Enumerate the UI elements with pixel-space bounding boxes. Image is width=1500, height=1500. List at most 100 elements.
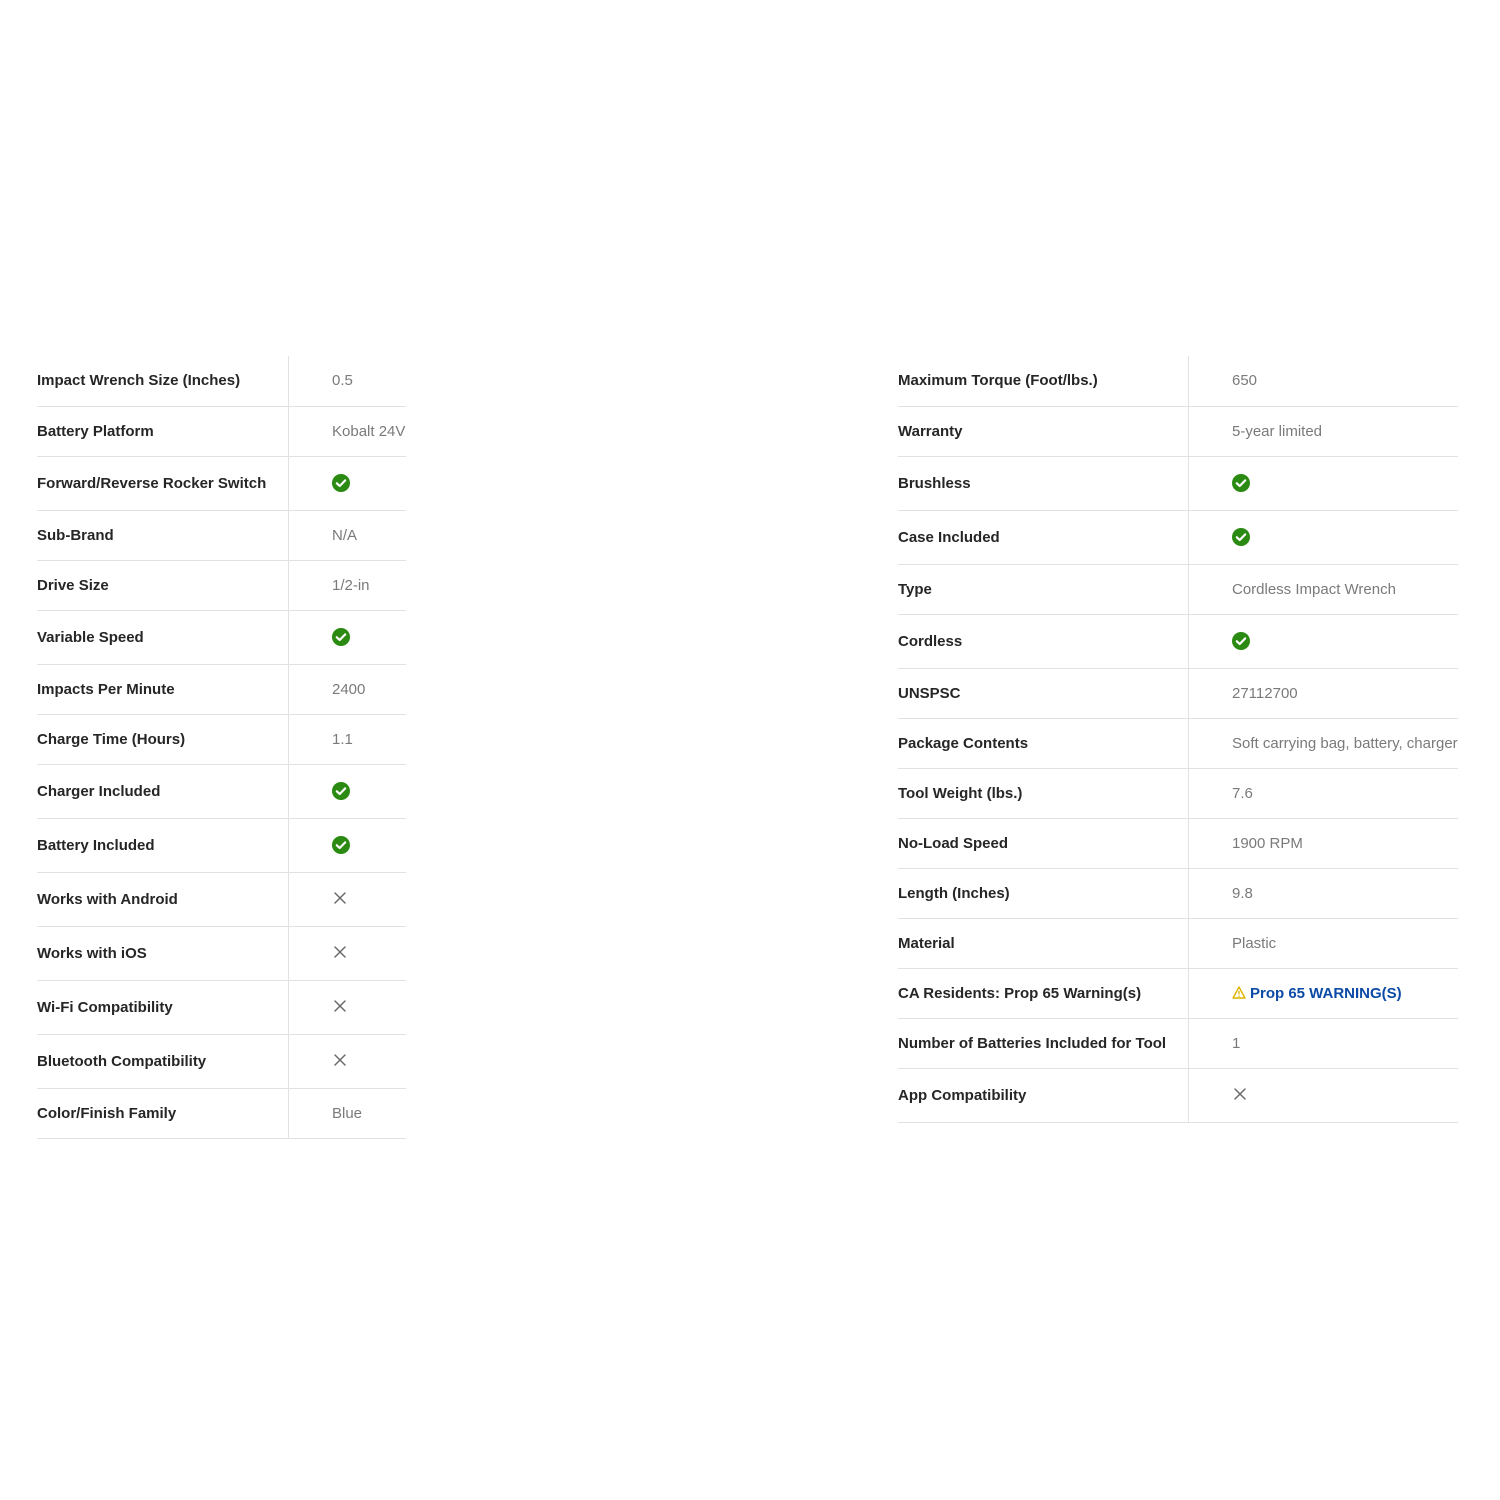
warning-icon xyxy=(1232,985,1246,999)
spec-label: Length (Inches) xyxy=(898,868,1189,918)
spec-row: Works with iOS xyxy=(37,926,406,980)
spec-value: Plastic xyxy=(1232,934,1277,952)
check-icon xyxy=(332,473,350,492)
spec-value: Cordless Impact Wrench xyxy=(1232,580,1396,598)
spec-value: 0.5 xyxy=(332,372,353,390)
spec-value: 1 xyxy=(1232,1034,1241,1052)
spec-value: Kobalt 24V xyxy=(332,422,406,440)
spec-row: UNSPSC 27112700 xyxy=(898,668,1458,718)
spec-label: Type xyxy=(898,564,1189,614)
spec-value: Blue xyxy=(332,1104,363,1122)
spec-row: Impact Wrench Size (Inches) 0.5 xyxy=(37,356,406,406)
spec-value xyxy=(1189,614,1459,668)
spec-row: Drive Size 1/2-in xyxy=(37,560,406,610)
spec-label: Charger Included xyxy=(37,764,289,818)
check-icon xyxy=(332,627,350,646)
spec-row: Maximum Torque (Foot/lbs.) 650 xyxy=(898,356,1458,406)
spec-label: Sub-Brand xyxy=(37,510,289,560)
spec-label: Works with Android xyxy=(37,872,289,926)
spec-label: No-Load Speed xyxy=(898,818,1189,868)
spec-label: Maximum Torque (Foot/lbs.) xyxy=(898,356,1189,406)
spec-row: Battery Platform Kobalt 24V xyxy=(37,406,406,456)
spec-label: Works with iOS xyxy=(37,926,289,980)
spec-row: Variable Speed xyxy=(37,610,406,664)
x-icon xyxy=(332,944,348,960)
spec-label: Warranty xyxy=(898,406,1189,456)
spec-row: Charger Included xyxy=(37,764,406,818)
spec-label: UNSPSC xyxy=(898,668,1189,718)
spec-label: Impacts Per Minute xyxy=(37,664,289,714)
spec-label: Case Included xyxy=(898,510,1189,564)
spec-row: Cordless xyxy=(898,614,1458,668)
spec-table-right: Maximum Torque (Foot/lbs.) 650 Warranty 5-y… xyxy=(898,356,1458,1123)
spec-value xyxy=(1189,456,1459,510)
spec-value xyxy=(1189,510,1459,564)
spec-label: Package Contents xyxy=(898,718,1189,768)
spec-value: 1.1 xyxy=(332,730,353,748)
x-icon xyxy=(332,890,348,906)
spec-value: 1/2-in xyxy=(332,576,370,594)
spec-row: Type Cordless Impact Wrench xyxy=(898,564,1458,614)
spec-row: CA Residents: Prop 65 Warning(s) Prop 65 … xyxy=(898,968,1458,1018)
spec-value xyxy=(289,456,407,510)
spec-value xyxy=(289,980,407,1034)
spec-row: Length (Inches) 9.8 xyxy=(898,868,1458,918)
spec-row: Package Contents Soft carrying bag, batte… xyxy=(898,718,1458,768)
spec-value xyxy=(1189,1068,1459,1122)
x-icon xyxy=(332,998,348,1014)
spec-label: Wi-Fi Compatibility xyxy=(37,980,289,1034)
spec-value: 2400 xyxy=(332,680,366,698)
spec-label: Bluetooth Compatibility xyxy=(37,1034,289,1088)
spec-table-left: Impact Wrench Size (Inches) 0.5 Battery Pl… xyxy=(37,356,406,1139)
prop65-warning-link[interactable]: Prop 65 WARNING(S) xyxy=(1250,985,1402,1002)
spec-label: CA Residents: Prop 65 Warning(s) xyxy=(898,968,1189,1018)
spec-label: Drive Size xyxy=(37,560,289,610)
spec-value xyxy=(289,926,407,980)
spec-value: 5-year limited xyxy=(1232,422,1323,440)
spec-value: 7.6 xyxy=(1232,784,1253,802)
spec-label: App Compatibility xyxy=(898,1068,1189,1122)
spec-label: Brushless xyxy=(898,456,1189,510)
spec-row: Color/Finish Family Blue xyxy=(37,1088,406,1138)
spec-value xyxy=(289,1034,407,1088)
spec-label: Cordless xyxy=(898,614,1189,668)
spec-row: No-Load Speed 1900 RPM xyxy=(898,818,1458,868)
spec-label: Charge Time (Hours) xyxy=(37,714,289,764)
spec-row: Bluetooth Compatibility xyxy=(37,1034,406,1088)
spec-row: Brushless xyxy=(898,456,1458,510)
spec-value: N/A xyxy=(332,526,358,544)
spec-value xyxy=(289,872,407,926)
check-icon xyxy=(1232,473,1250,492)
check-icon xyxy=(332,781,350,800)
spec-label: Battery Platform xyxy=(37,406,289,456)
x-icon xyxy=(1232,1086,1248,1102)
spec-row: Tool Weight (lbs.) 7.6 xyxy=(898,768,1458,818)
spec-value xyxy=(289,610,407,664)
spec-value: 650 xyxy=(1232,372,1258,390)
spec-value: 9.8 xyxy=(1232,884,1253,902)
spec-value: 1900 RPM xyxy=(1232,834,1303,852)
spec-row: Material Plastic xyxy=(898,918,1458,968)
check-icon xyxy=(1232,631,1250,650)
spec-label: Color/Finish Family xyxy=(37,1088,289,1138)
spec-row: Warranty 5-year limited xyxy=(898,406,1458,456)
spec-row: Forward/Reverse Rocker Switch xyxy=(37,456,406,510)
spec-value: 27112700 xyxy=(1232,684,1298,702)
spec-row: Wi-Fi Compatibility xyxy=(37,980,406,1034)
spec-row: Case Included xyxy=(898,510,1458,564)
spec-value xyxy=(289,818,407,872)
spec-label: Battery Included xyxy=(37,818,289,872)
check-icon xyxy=(332,835,350,854)
spec-value: Soft carrying bag, battery, charger xyxy=(1232,734,1458,752)
check-icon xyxy=(1232,527,1250,546)
x-icon xyxy=(332,1052,348,1068)
spec-label: Variable Speed xyxy=(37,610,289,664)
spec-row: Works with Android xyxy=(37,872,406,926)
spec-row: Charge Time (Hours) 1.1 xyxy=(37,714,406,764)
spec-row: Battery Included xyxy=(37,818,406,872)
spec-value xyxy=(289,764,407,818)
spec-label: Material xyxy=(898,918,1189,968)
spec-label: Number of Batteries Included for Tool xyxy=(898,1018,1189,1068)
spec-row: Number of Batteries Included for Tool 1 xyxy=(898,1018,1458,1068)
spec-value: Prop 65 WARNING(S) xyxy=(1189,968,1459,1018)
